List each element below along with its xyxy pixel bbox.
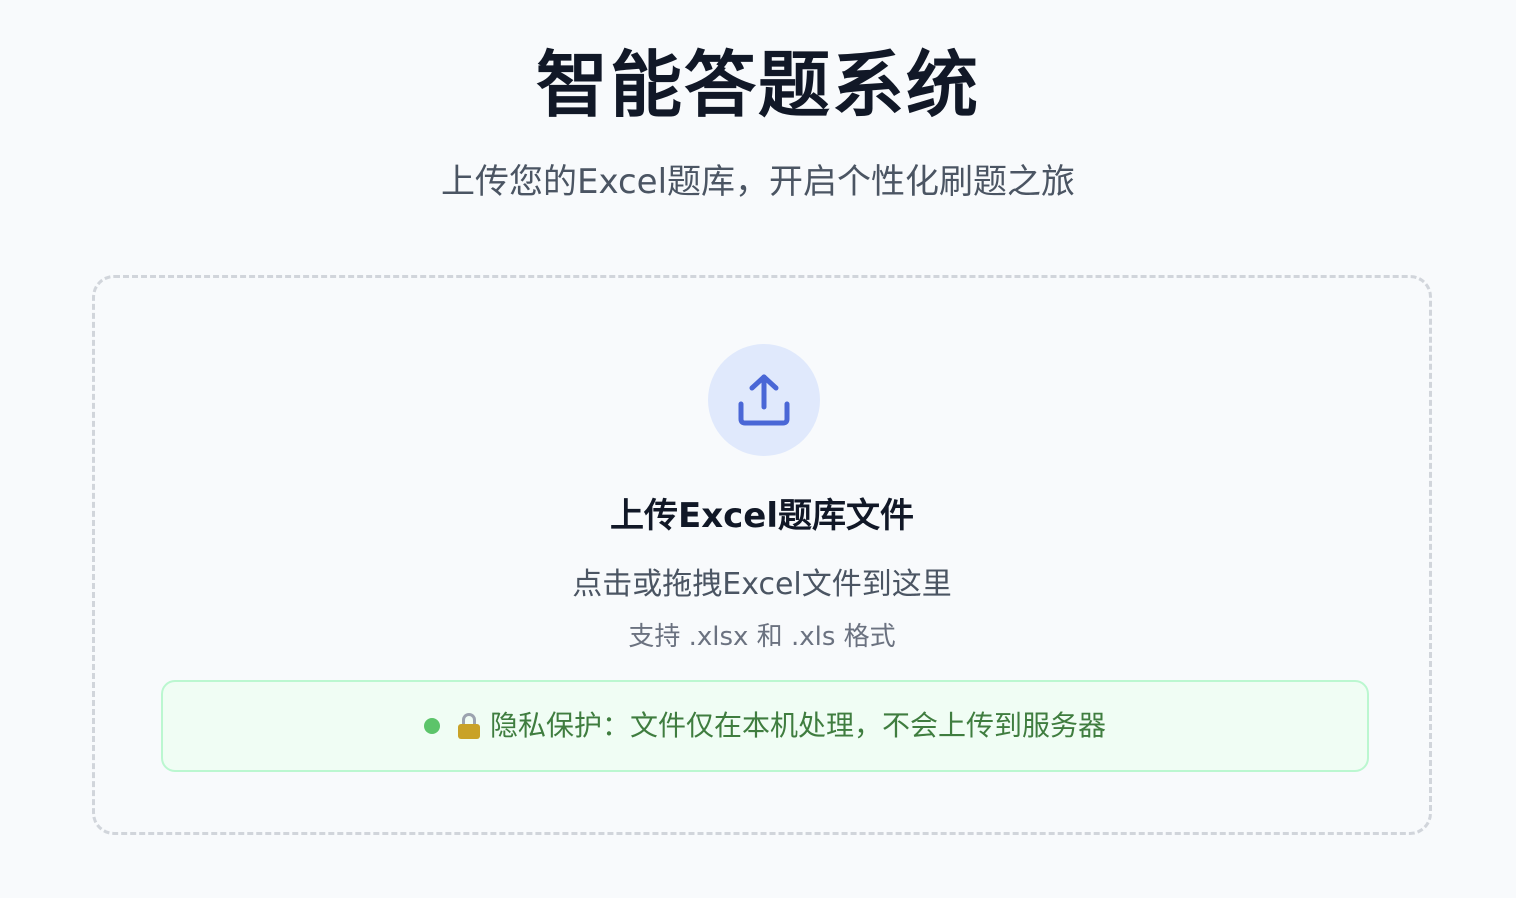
upload-title: 上传Excel题库文件 (609, 496, 915, 536)
upload-hint: 点击或拖拽Excel文件到这里 (572, 567, 952, 602)
upload-icon (738, 374, 790, 426)
status-dot (423, 718, 440, 734)
privacy-notice: 隐私保护：文件仅在本机处理，不会上传到服务器 (161, 680, 1369, 772)
page-title: 智能答题系统 (535, 43, 980, 127)
page: 智能答题系统 上传您的Excel题库，开启个性化刷题之旅 上传Excel题库文件… (0, 0, 1516, 898)
lock-icon (457, 713, 480, 739)
file-dropzone[interactable]: 上传Excel题库文件 点击或拖拽Excel文件到这里 支持 .xlsx 和 .… (92, 275, 1432, 835)
upload-icon-circle[interactable] (708, 344, 820, 456)
privacy-text: 隐私保护：文件仅在本机处理，不会上传到服务器 (489, 709, 1106, 742)
page-subtitle: 上传您的Excel题库，开启个性化刷题之旅 (440, 162, 1076, 202)
upload-formats: 支持 .xlsx 和 .xls 格式 (628, 622, 896, 652)
